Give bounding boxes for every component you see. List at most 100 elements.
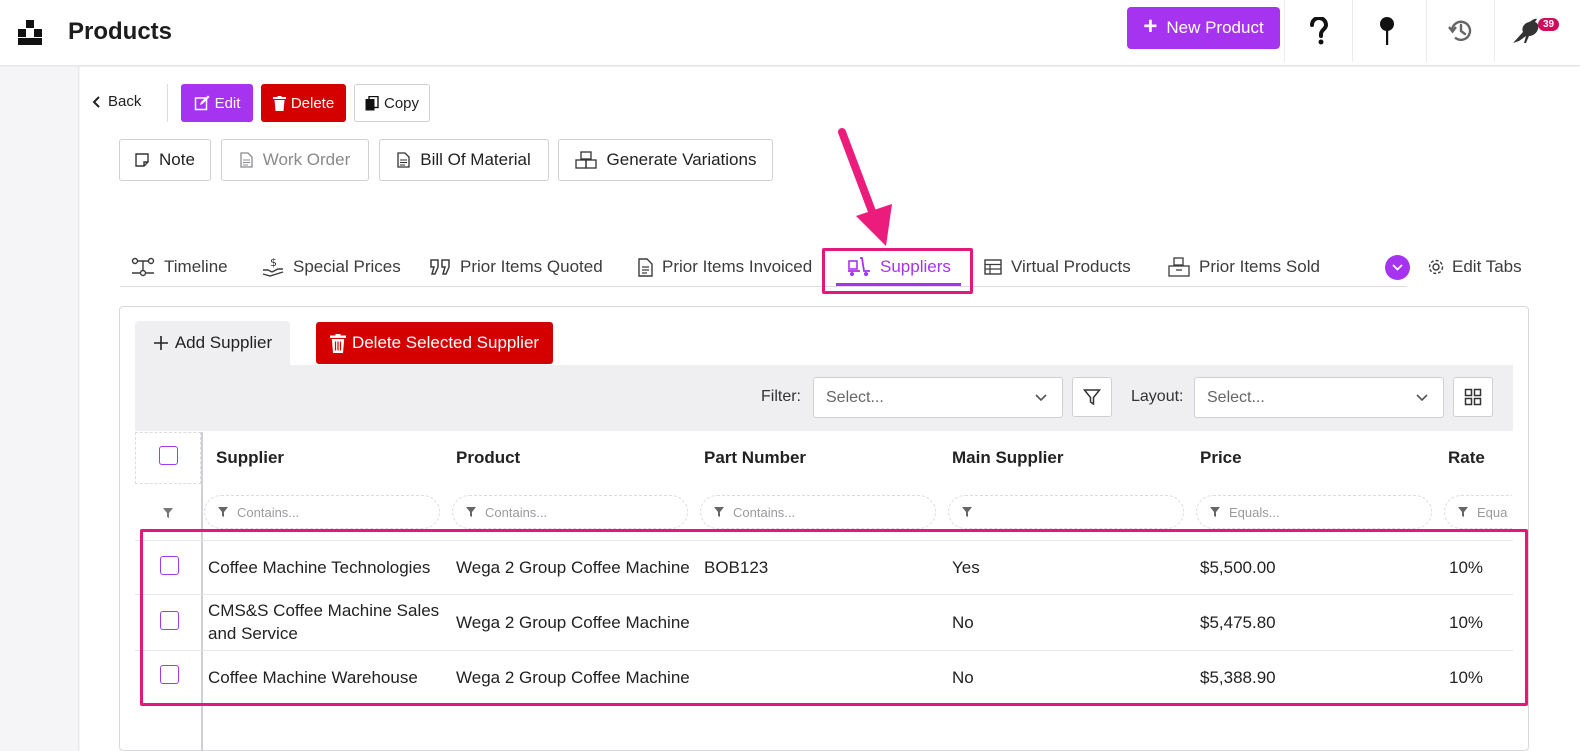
tab-label: Special Prices: [293, 257, 401, 276]
timeline-icon: [131, 257, 155, 277]
funnel-icon: [218, 507, 228, 517]
tab-prior-items-invoiced[interactable]: Prior Items Invoiced: [638, 255, 812, 279]
filter-cell-placeholder: Equals...: [1229, 504, 1280, 520]
quote-icon: [430, 259, 450, 275]
copy-icon: [365, 95, 379, 110]
generate-variations-button[interactable]: Generate Variations: [558, 139, 773, 181]
invoice-icon: [638, 257, 653, 277]
column-header-product[interactable]: Product: [456, 448, 520, 468]
tab-timeline[interactable]: Timeline: [131, 255, 228, 279]
sticky-note-icon: [135, 153, 149, 167]
filter-cell-product[interactable]: Contains...: [452, 495, 688, 529]
tab-label: Prior Items Quoted: [460, 257, 603, 276]
funnel-icon: [1458, 507, 1468, 517]
delete-label: Delete: [290, 94, 335, 112]
filter-select-value: Select...: [826, 388, 884, 406]
generate-variations-label: Generate Variations: [606, 150, 757, 169]
bill-of-material-label: Bill Of Material: [420, 150, 531, 169]
funnel-icon: [714, 507, 724, 517]
question-icon: [1309, 17, 1328, 45]
help-button[interactable]: [1284, 0, 1352, 62]
svg-text:$: $: [270, 257, 277, 269]
work-order-button[interactable]: Work Order: [221, 139, 369, 181]
boxes-logo-icon[interactable]: [16, 18, 44, 46]
column-header-supplier[interactable]: Supplier: [216, 448, 284, 468]
tab-prior-items-sold[interactable]: Prior Items Sold: [1168, 255, 1320, 279]
chevron-down-icon: [1392, 264, 1403, 271]
boxes-icon: [574, 151, 597, 169]
chevron-down-icon: [1416, 394, 1428, 402]
funnel-icon: [163, 508, 173, 518]
layout-select-value: Select...: [1207, 388, 1265, 406]
copy-label: Copy: [383, 94, 420, 112]
funnel-icon: [1210, 507, 1220, 517]
select-all-checkbox[interactable]: [159, 446, 178, 465]
pin-button[interactable]: [1352, 0, 1420, 62]
filter-select[interactable]: Select...: [813, 377, 1063, 418]
new-product-button[interactable]: + New Product: [1127, 7, 1280, 49]
column-header-price[interactable]: Price: [1200, 448, 1242, 468]
more-tabs-button[interactable]: [1385, 255, 1410, 280]
filter-cell-rate[interactable]: Equa: [1444, 495, 1512, 529]
layout-select[interactable]: Select...: [1194, 377, 1444, 418]
boxes-icon: [1168, 257, 1190, 277]
funnel-icon: [1083, 389, 1101, 406]
back-link[interactable]: Back: [92, 93, 141, 110]
trash-icon: [329, 333, 346, 353]
plus-icon: [153, 336, 168, 350]
tab-label: Timeline: [164, 257, 228, 276]
filter-cell-placeholder: Contains...: [237, 504, 300, 520]
filter-cell-supplier[interactable]: Contains...: [204, 495, 440, 529]
history-icon: [1447, 20, 1471, 41]
chevron-down-icon: [1035, 394, 1047, 402]
notifications-button[interactable]: [1494, 0, 1580, 62]
annotation-highlight-tab: [822, 248, 973, 294]
delete-selected-supplier-label: Delete Selected Supplier: [351, 333, 540, 352]
filter-cell-placeholder: Contains...: [733, 504, 796, 520]
bill-of-material-button[interactable]: Bill Of Material: [379, 139, 549, 181]
tab-special-prices[interactable]: $ Special Prices: [262, 255, 401, 279]
edit-label: Edit: [214, 94, 241, 112]
filter-button[interactable]: [1072, 377, 1112, 417]
tab-prior-items-quoted[interactable]: Prior Items Quoted: [429, 255, 603, 279]
filter-cell-part-number[interactable]: Contains...: [700, 495, 936, 529]
column-header-main-supplier[interactable]: Main Supplier: [952, 448, 1063, 468]
work-order-label: Work Order: [262, 150, 351, 169]
chevron-left-icon: [92, 95, 100, 108]
column-header-rate[interactable]: Rate: [1448, 448, 1485, 468]
tab-label: Virtual Products: [1011, 257, 1131, 276]
table-icon: [984, 259, 1002, 275]
trash-icon: [272, 95, 286, 111]
filter-cell-main-supplier[interactable]: [948, 495, 1184, 529]
divider: [167, 84, 168, 122]
new-product-label: New Product: [1166, 18, 1264, 37]
left-gutter: [0, 67, 79, 751]
history-button[interactable]: [1426, 0, 1494, 62]
add-supplier-label: Add Supplier: [174, 333, 273, 352]
filter-cell-price[interactable]: Equals...: [1196, 495, 1432, 529]
note-button[interactable]: Note: [119, 139, 211, 181]
top-bar: Products + New Product 39: [0, 0, 1580, 66]
filter-cell-placeholder: Contains...: [485, 504, 548, 520]
edit-button[interactable]: Edit: [181, 84, 253, 122]
add-supplier-button[interactable]: Add Supplier: [135, 321, 290, 365]
delete-button[interactable]: Delete: [261, 84, 346, 122]
layout-grid-button[interactable]: [1453, 377, 1493, 417]
annotation-arrow-icon: [838, 128, 892, 246]
funnel-icon: [962, 507, 972, 517]
annotation-highlight-rows: [140, 529, 1528, 706]
note-label: Note: [159, 150, 195, 169]
tabs-divider: [120, 286, 1407, 287]
delete-selected-supplier-button[interactable]: Delete Selected Supplier: [316, 322, 553, 364]
page-title: Products: [68, 18, 173, 45]
tab-virtual-products[interactable]: Virtual Products: [984, 255, 1131, 279]
edit-tabs-label: Edit Tabs: [1452, 257, 1522, 276]
column-header-part-number[interactable]: Part Number: [704, 448, 806, 468]
tab-label: Prior Items Invoiced: [662, 257, 813, 276]
gear-icon: [1428, 259, 1444, 275]
layout-grid-icon: [1464, 388, 1482, 406]
filter-cell-placeholder: Equa: [1477, 504, 1508, 520]
layout-label: Layout:: [1131, 388, 1184, 405]
edit-tabs-button[interactable]: Edit Tabs: [1427, 257, 1522, 277]
copy-button[interactable]: Copy: [354, 84, 430, 122]
